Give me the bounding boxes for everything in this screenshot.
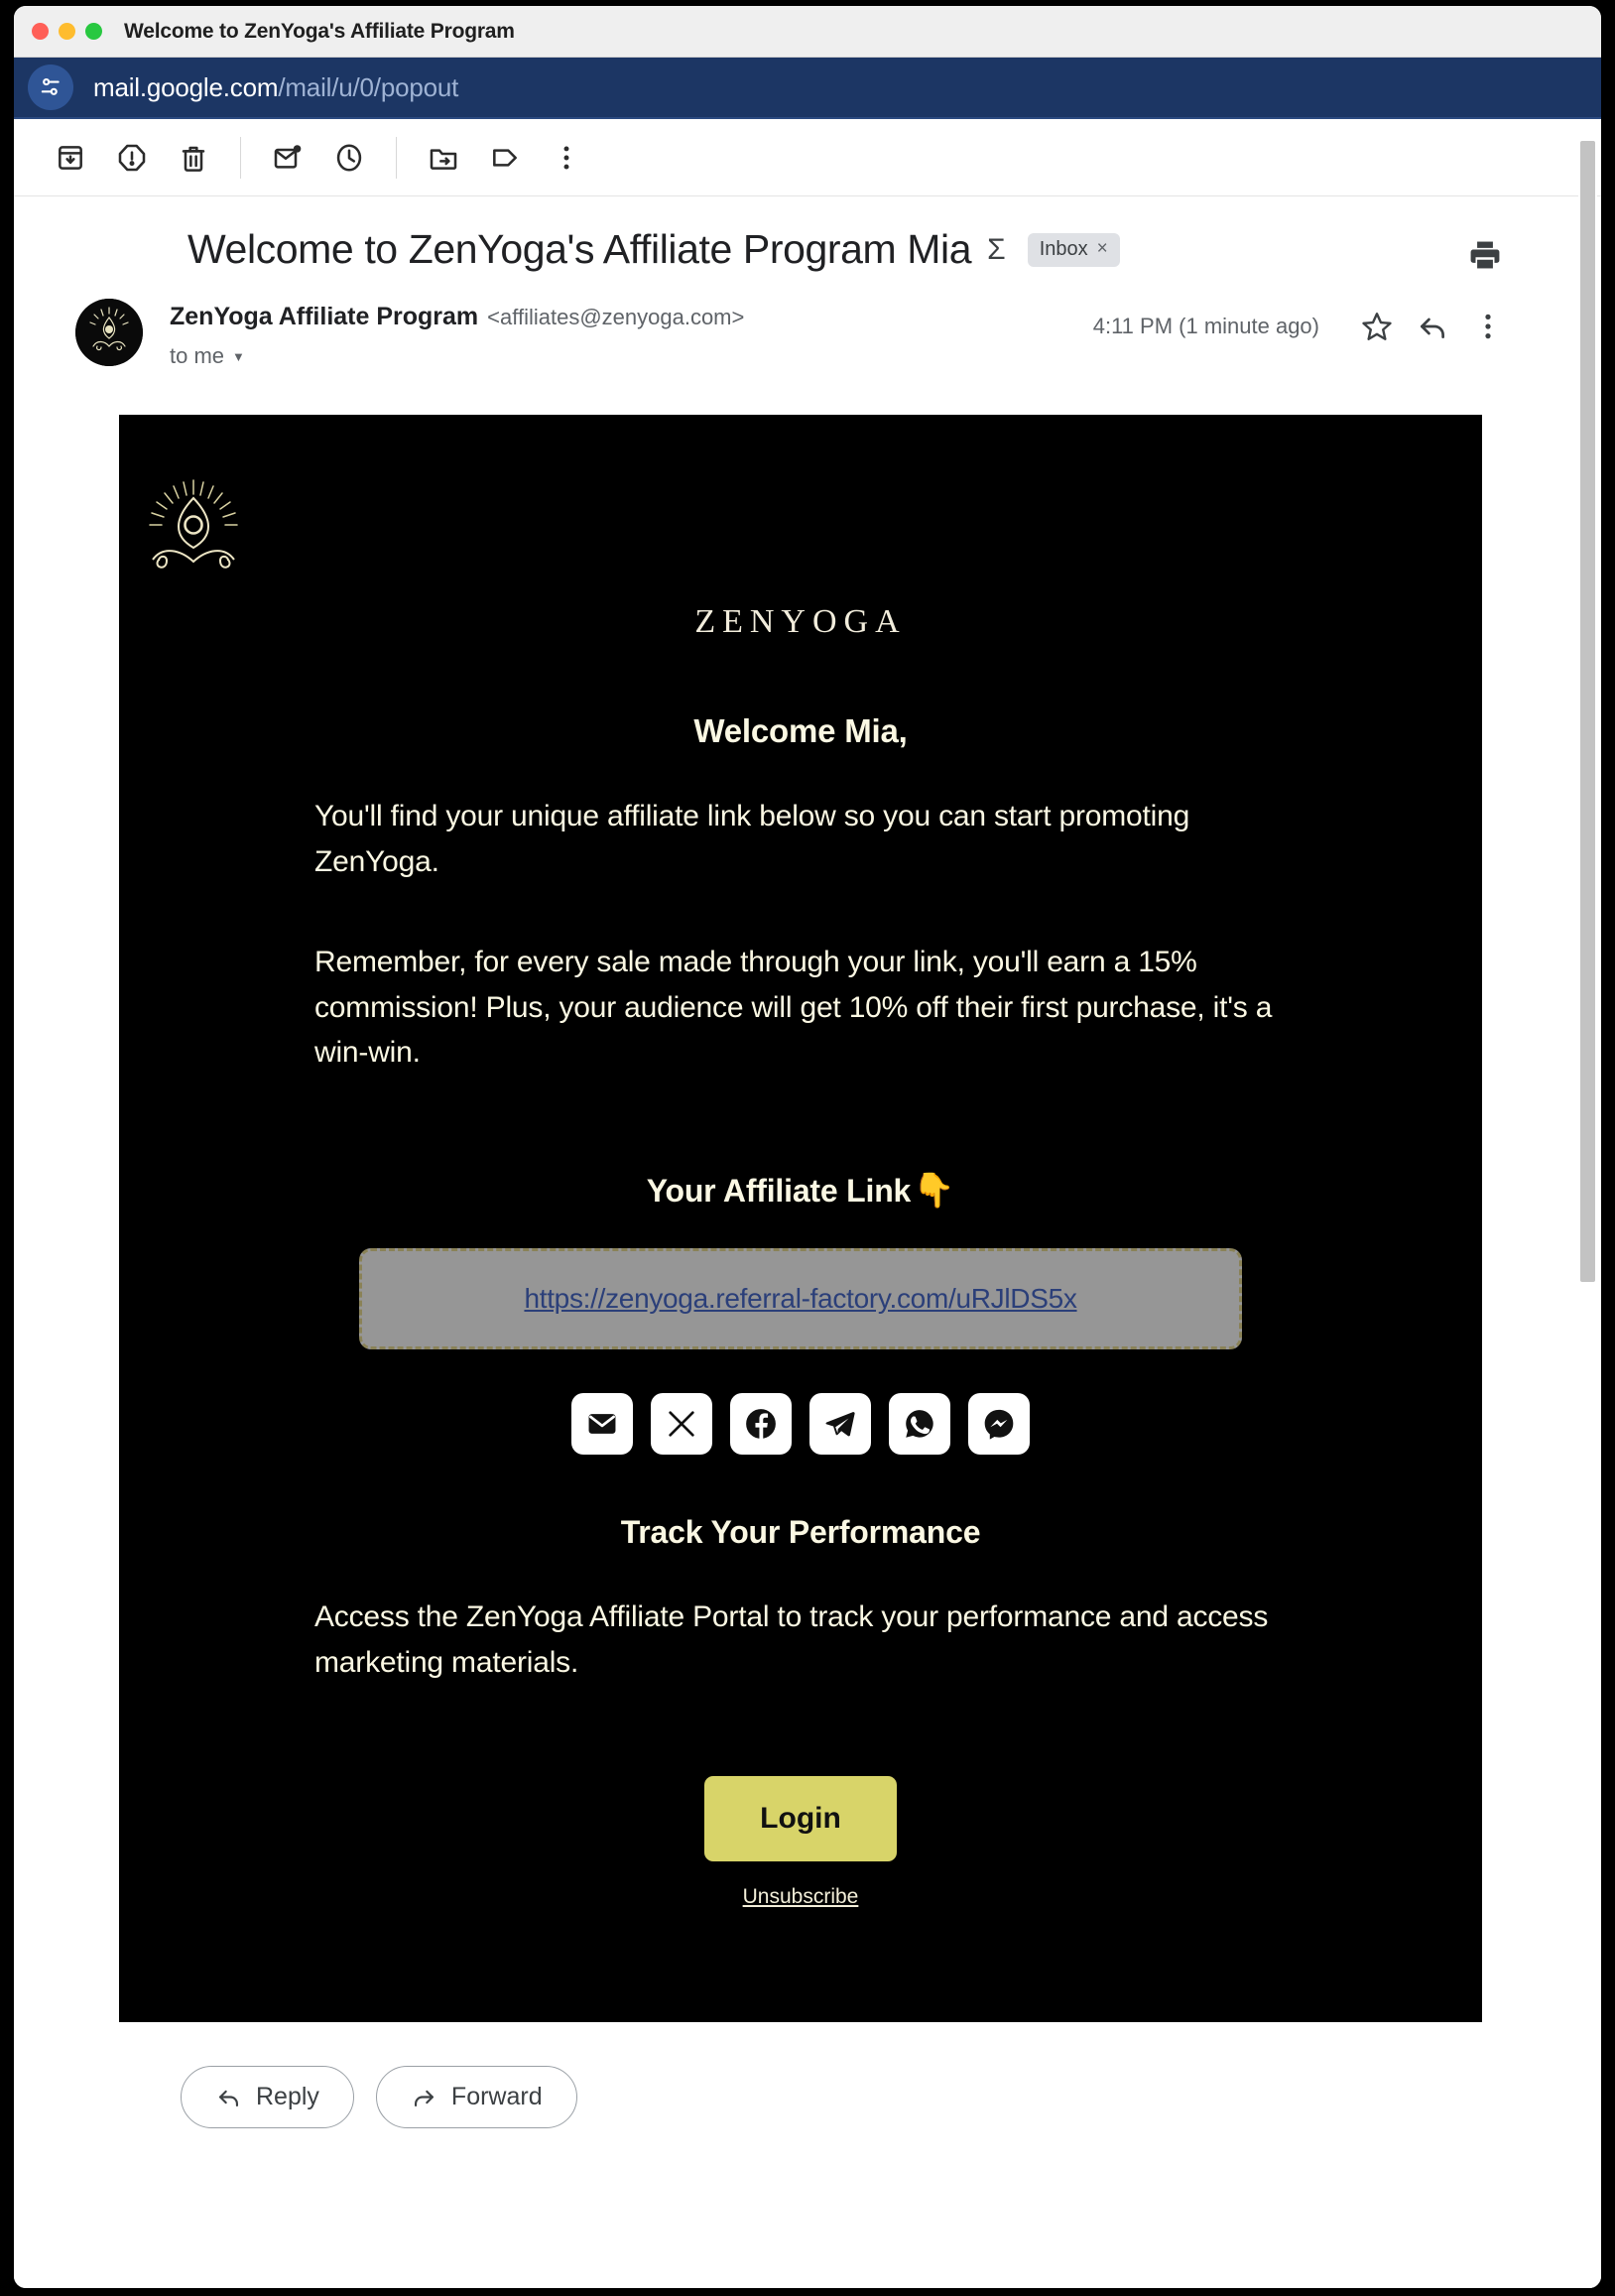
welcome-heading: Welcome Mia, [693, 712, 908, 749]
maximize-window-button[interactable] [85, 23, 102, 40]
url-path: /mail/u/0/popout [278, 71, 459, 102]
forward-icon [411, 2084, 437, 2110]
scrollbar-thumb[interactable] [1580, 141, 1595, 1282]
message-container: Welcome to ZenYoga's Affiliate Program M… [14, 196, 1601, 2128]
affiliate-link-heading: Your Affiliate Link👇 [119, 1171, 1482, 1211]
social-share-row [119, 1392, 1482, 1455]
track-performance-paragraph: Access the ZenYoga Affiliate Portal to t… [314, 1599, 1269, 1679]
scrollbar-track[interactable] [1578, 119, 1597, 2288]
zenyoga-logo-icon [149, 479, 238, 569]
minimize-window-button[interactable] [59, 23, 75, 40]
url-bar[interactable]: mail.google.com/mail/u/0/popout [14, 58, 1601, 119]
telegram-share-icon[interactable] [809, 1392, 871, 1455]
whatsapp-share-icon[interactable] [889, 1392, 950, 1455]
window-title: Welcome to ZenYoga's Affiliate Program [124, 19, 515, 43]
reply-icon[interactable] [1405, 299, 1460, 354]
message-footer-actions: Reply Forward [14, 2022, 1601, 2128]
email-share-icon[interactable] [571, 1392, 633, 1455]
toolbar-divider-2 [396, 136, 397, 179]
mail-action-toolbar [14, 119, 1601, 196]
label-icon[interactable] [474, 127, 536, 189]
messenger-share-icon[interactable] [968, 1392, 1030, 1455]
close-icon[interactable]: × [1097, 238, 1108, 260]
chevron-down-icon[interactable]: ▼ [232, 349, 245, 364]
x-twitter-share-icon[interactable] [651, 1392, 712, 1455]
recipient-row[interactable]: to me ▼ [170, 343, 744, 369]
close-window-button[interactable] [32, 23, 49, 40]
reply-button[interactable]: Reply [181, 2066, 354, 2128]
window-traffic-lights [32, 23, 102, 40]
sender-name: ZenYoga Affiliate Program [170, 303, 479, 330]
avatar [75, 299, 143, 366]
affiliate-link-box[interactable]: https://zenyoga.referral-factory.com/uRJ… [359, 1247, 1242, 1349]
body-paragraph-1: You'll find your unique affiliate link b… [314, 800, 1190, 878]
sender-email: <affiliates@zenyoga.com> [487, 305, 745, 329]
page-title: Welcome to ZenYoga's Affiliate Program M… [187, 226, 972, 272]
brand-wordmark: ZENYOGA [694, 603, 907, 640]
timestamp: 4:11 PM (1 minute ago) [1092, 314, 1319, 338]
url-host: mail.google.com [93, 71, 279, 102]
email-body: ZENYOGA Welcome Mia, You'll find your un… [119, 415, 1482, 2022]
recipient-label: to me [170, 343, 225, 368]
mark-unread-icon[interactable] [257, 127, 318, 189]
conversation-sigma-icon: Σ [987, 232, 1006, 266]
snooze-icon[interactable] [318, 127, 380, 189]
sender-meta: ZenYoga Affiliate Program <affiliates@ze… [170, 299, 744, 369]
archive-icon[interactable] [40, 127, 101, 189]
facebook-share-icon[interactable] [730, 1392, 792, 1455]
gmail-popout-pane: Welcome to ZenYoga's Affiliate Program M… [14, 119, 1601, 2288]
sender-row: ZenYoga Affiliate Program <affiliates@ze… [14, 273, 1601, 369]
track-performance-heading: Track Your Performance [620, 1513, 981, 1550]
toolbar-divider-1 [240, 136, 241, 179]
reply-icon [215, 2084, 242, 2110]
url-text: mail.google.com/mail/u/0/popout [93, 72, 458, 103]
more-options-icon[interactable] [536, 127, 597, 189]
site-settings-icon[interactable] [28, 64, 73, 110]
report-spam-icon[interactable] [101, 127, 163, 189]
star-icon[interactable] [1349, 299, 1405, 354]
window-titlebar: Welcome to ZenYoga's Affiliate Program [14, 6, 1601, 58]
move-to-icon[interactable] [413, 127, 474, 189]
browser-window: Welcome to ZenYoga's Affiliate Program m… [14, 6, 1601, 2288]
subject-row: Welcome to ZenYoga's Affiliate Program M… [14, 196, 1601, 273]
inbox-label-text: Inbox [1039, 237, 1088, 260]
body-paragraph-2: Remember, for every sale made through yo… [314, 946, 1273, 1070]
login-button[interactable]: Login [704, 1776, 897, 1862]
pointing-down-icon: 👇 [913, 1171, 955, 1210]
login-cta-wrap: Login Unsubscribe [119, 1776, 1482, 1909]
status-badge[interactable]: Inbox × [1027, 232, 1120, 267]
affiliate-link[interactable]: https://zenyoga.referral-factory.com/uRJ… [524, 1283, 1076, 1314]
forward-button-label: Forward [450, 2083, 543, 2110]
affiliate-link-heading-text: Your Affiliate Link [646, 1172, 912, 1209]
forward-button[interactable]: Forward [375, 2066, 577, 2128]
unsubscribe-link[interactable]: Unsubscribe [119, 1885, 1482, 1909]
delete-icon[interactable] [163, 127, 224, 189]
more-options-icon[interactable] [1460, 299, 1516, 354]
reply-button-label: Reply [256, 2083, 319, 2110]
sender-line: ZenYoga Affiliate Program <affiliates@ze… [170, 303, 744, 331]
brand-logo-block: ZENYOGA [119, 466, 1482, 641]
message-header-actions: 4:11 PM (1 minute ago) [1093, 299, 1516, 354]
